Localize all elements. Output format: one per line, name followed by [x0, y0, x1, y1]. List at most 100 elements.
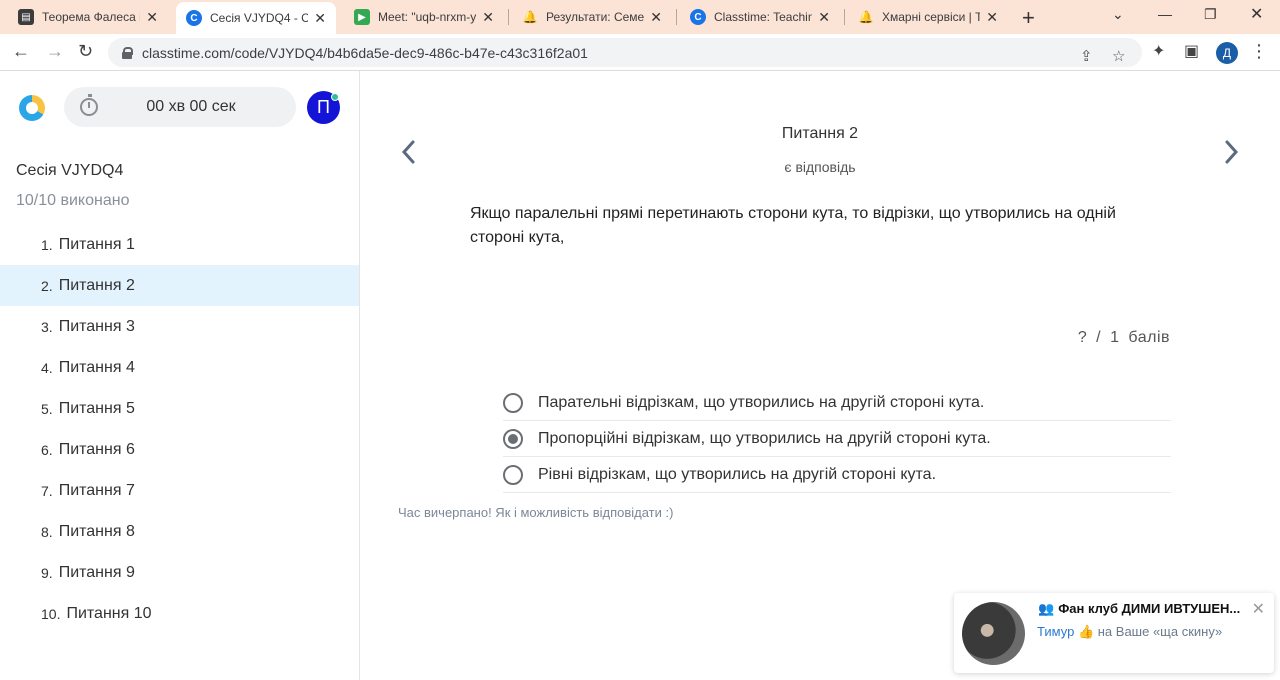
question-label: Питання 7	[58, 481, 135, 499]
notification-text: на Ваше «ща скину»	[1097, 624, 1223, 639]
classtime-icon: C	[186, 10, 202, 26]
classtime-icon: C	[690, 9, 706, 25]
close-tab-icon[interactable]: ✕	[650, 9, 662, 26]
forward-icon[interactable]: →	[46, 41, 64, 62]
question-number: 4.	[41, 359, 53, 376]
question-list-item[interactable]: 1. Питання 1	[0, 224, 359, 265]
session-progress: 10/10 виконано	[16, 192, 130, 209]
question-list-item[interactable]: 5. Питання 5	[0, 388, 359, 429]
bookmark-star-icon[interactable]: ☆	[1112, 47, 1125, 65]
new-tab-icon[interactable]: +	[1022, 5, 1035, 31]
radio-checked-icon[interactable]	[503, 428, 523, 449]
question-number: 7.	[41, 482, 53, 499]
menu-kebab-icon[interactable]: ⋮	[1250, 41, 1268, 62]
user-avatar[interactable]: П	[307, 91, 340, 124]
browser-tab[interactable]: ▤ Теорема Фалеса і т ✕	[8, 0, 168, 34]
answer-options: Парательні відрізкам, що утворились на д…	[503, 385, 1171, 493]
question-label: Питання 10	[66, 604, 152, 622]
answer-option-text: Рівні відрізкам, що утворились на другій…	[538, 465, 937, 483]
question-status: є відповідь	[784, 159, 856, 175]
score-label: ? / 1 балів	[1077, 329, 1170, 346]
browser-tab-title: Теорема Фалеса і т	[42, 10, 141, 24]
next-question-icon[interactable]	[1224, 139, 1240, 165]
timeout-note: Час вичерпано! Як і можливість відповіда…	[398, 505, 674, 520]
answer-option[interactable]: Парательні відрізкам, що утворились на д…	[503, 385, 1171, 421]
browser-tab-title: Сесія VJYDQ4 - Cla	[210, 11, 309, 25]
browser-tab[interactable]: 🔔 Хмарні сервіси | Те ✕	[848, 0, 1008, 34]
browser-tab-title: Хмарні сервіси | Те	[882, 10, 981, 24]
url-bar[interactable]: classtime.com/code/VJYDQ4/b4b6da5e-dec9-…	[108, 38, 1142, 67]
close-icon[interactable]: ✕	[1252, 599, 1265, 619]
question-label: Питання 2	[58, 276, 135, 294]
close-tab-icon[interactable]: ✕	[818, 9, 830, 26]
question-list-item[interactable]: 4. Питання 4	[0, 347, 359, 388]
question-number: 6.	[41, 441, 53, 458]
share-icon[interactable]: ⇪	[1080, 47, 1093, 65]
tab-separator	[844, 9, 845, 25]
timer-value: 00 хв 00 сек	[146, 98, 236, 115]
address-bar-row: ← → ↻ classtime.com/code/VJYDQ4/b4b6da5e…	[0, 34, 1280, 71]
question-number: 9.	[41, 564, 53, 581]
lock-icon[interactable]	[122, 46, 133, 59]
back-icon[interactable]: ←	[12, 41, 30, 62]
browser-tab-title: Meet: "uqb-nrxm-y	[378, 10, 477, 24]
session-sidebar: 00 хв 00 сек П Сесія VJYDQ4 10/10 викона…	[0, 71, 360, 680]
group-icon: 👥	[1038, 601, 1055, 616]
answer-option[interactable]: Пропорційні відрізкам, що утворились на …	[503, 421, 1171, 457]
question-text: Якщо паралельні прямі перетинають сторон…	[470, 205, 1116, 246]
question-label: Питання 6	[58, 440, 135, 458]
browser-tab[interactable]: C Classtime: Teaching ✕	[680, 0, 840, 34]
answer-option-text: Пропорційні відрізкам, що утворились на …	[538, 429, 991, 447]
question-list-item[interactable]: 2. Питання 2	[0, 265, 359, 306]
user-avatar-initial: П	[317, 97, 330, 117]
restore-icon[interactable]: ❐	[1204, 6, 1217, 23]
browser-tab-bar: ▤ Теорема Фалеса і т ✕ C Сесія VJYDQ4 - Cla ✕…	[0, 0, 1280, 34]
close-window-icon[interactable]: ✕	[1250, 4, 1263, 24]
side-panel-icon[interactable]: ▣	[1184, 41, 1199, 61]
question-number: 2.	[41, 277, 53, 294]
meet-icon: ▶	[354, 9, 370, 25]
browser-profile-avatar[interactable]: Д	[1216, 42, 1238, 64]
radio-unchecked-icon[interactable]	[503, 464, 523, 485]
question-list-item[interactable]: 10. Питання 10	[0, 593, 359, 634]
question-list-item[interactable]: 8. Питання 8	[0, 511, 359, 552]
question-number: 1.	[41, 236, 53, 253]
question-label: Питання 9	[58, 563, 135, 581]
question-label: Питання 3	[58, 317, 135, 335]
question-label: Питання 5	[58, 399, 135, 417]
question-list-item[interactable]: 6. Питання 6	[0, 429, 359, 470]
thumbs-up-icon: 👍	[1077, 624, 1095, 639]
radio-unchecked-icon[interactable]	[503, 392, 523, 413]
notification-body: Тимур 👍 на Ваше «ща скину»	[1037, 624, 1222, 640]
browser-tab[interactable]: C Сесія VJYDQ4 - Cla ✕	[176, 2, 336, 34]
message-notification[interactable]: 👥 Фан клуб ДИМИ ИВТУШЕН... Тимур 👍 на Ваш…	[954, 593, 1274, 673]
close-tab-icon[interactable]: ✕	[482, 9, 494, 26]
question-list: 1. Питання 1 2. Питання 2 3. Питання 3 4. Питан…	[0, 224, 359, 634]
bell-icon: 🔔	[522, 10, 538, 24]
question-heading: Питання 2	[781, 125, 859, 142]
reload-icon[interactable]: ↻	[78, 41, 93, 62]
question-list-item[interactable]: 3. Питання 3	[0, 306, 359, 347]
close-tab-icon[interactable]: ✕	[986, 9, 998, 26]
question-label: Питання 4	[58, 358, 135, 376]
notification-avatar	[962, 602, 1025, 665]
close-tab-icon[interactable]: ✕	[146, 9, 158, 26]
answer-option-text: Парательні відрізкам, що утворились на д…	[538, 393, 985, 411]
close-tab-icon[interactable]: ✕	[314, 10, 326, 27]
browser-tab[interactable]: ▶ Meet: "uqb-nrxm-y ✕	[344, 0, 504, 34]
question-number: 8.	[41, 523, 53, 540]
session-title: Сесія VJYDQ4	[16, 162, 124, 179]
classtime-logo-icon[interactable]	[19, 95, 45, 121]
browser-tab-title: Classtime: Teaching	[714, 10, 813, 24]
online-status-dot	[331, 93, 339, 101]
previous-question-icon[interactable]	[400, 139, 416, 165]
browser-tab[interactable]: 🔔 Результати: Семест ✕	[512, 0, 672, 34]
notification-title-text: Фан клуб ДИМИ ИВТУШЕН...	[1058, 601, 1241, 616]
extensions-icon[interactable]: ✦	[1152, 41, 1165, 61]
minimize-icon[interactable]: —	[1158, 6, 1172, 22]
question-list-item[interactable]: 7. Питання 7	[0, 470, 359, 511]
answer-option[interactable]: Рівні відрізкам, що утворились на другій…	[503, 457, 1171, 493]
document-icon: ▤	[18, 9, 34, 25]
tab-search-icon[interactable]: ⌄	[1112, 6, 1124, 23]
question-list-item[interactable]: 9. Питання 9	[0, 552, 359, 593]
